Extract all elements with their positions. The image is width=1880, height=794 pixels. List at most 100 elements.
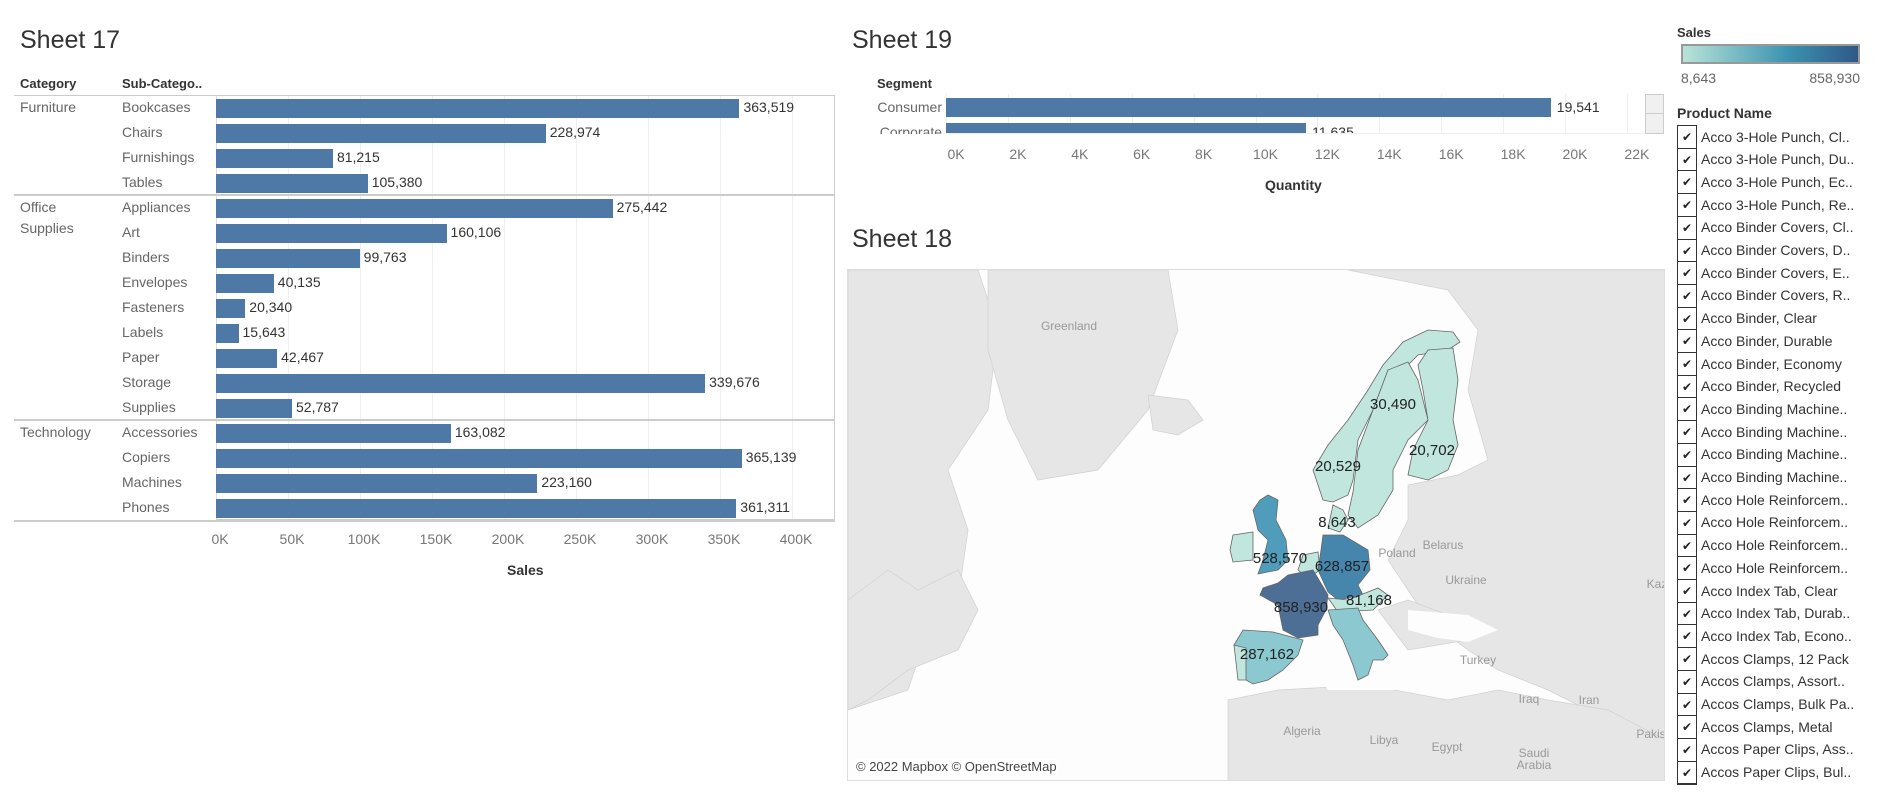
product-filter-item[interactable]: ✔ Acco Binding Machine.. bbox=[1677, 420, 1880, 444]
product-filter-item[interactable]: ✔ Acco Binder Covers, D.. bbox=[1677, 238, 1880, 262]
checkbox[interactable]: ✔ bbox=[1677, 261, 1697, 285]
checkbox[interactable]: ✔ bbox=[1677, 215, 1697, 239]
segment-label[interactable]: Corporate bbox=[880, 124, 942, 134]
bar[interactable] bbox=[946, 123, 1307, 133]
product-filter-item[interactable]: ✔ Acco Index Tab, Clear bbox=[1677, 579, 1880, 602]
product-filter-item[interactable]: ✔ Acco 3-Hole Punch, Ec.. bbox=[1677, 170, 1880, 194]
subcategory-label[interactable]: Accessories bbox=[122, 424, 197, 440]
checkbox[interactable]: ✔ bbox=[1677, 238, 1697, 262]
bar[interactable] bbox=[216, 498, 737, 518]
subcategory-label[interactable]: Envelopes bbox=[122, 274, 187, 290]
subcategory-label[interactable]: Tables bbox=[122, 174, 162, 190]
checkbox[interactable]: ✔ bbox=[1677, 624, 1697, 648]
subcategory-label[interactable]: Labels bbox=[122, 324, 163, 340]
checkbox[interactable]: ✔ bbox=[1677, 737, 1697, 761]
subcategory-label[interactable]: Art bbox=[122, 224, 140, 240]
checkbox[interactable]: ✔ bbox=[1677, 556, 1697, 580]
subcategory-label[interactable]: Supplies bbox=[122, 399, 176, 415]
checkbox[interactable]: ✔ bbox=[1677, 488, 1697, 512]
segment-header[interactable]: Segment bbox=[877, 76, 932, 91]
subcategory-label[interactable]: Machines bbox=[122, 474, 182, 490]
checkbox[interactable]: ✔ bbox=[1677, 125, 1697, 148]
bar[interactable] bbox=[216, 398, 292, 418]
map[interactable]: 30,490 20,702 20,529 8,643 528,570 628,857 81,… bbox=[847, 269, 1665, 781]
bar[interactable] bbox=[216, 348, 278, 368]
checkbox[interactable]: ✔ bbox=[1677, 760, 1697, 784]
checkbox[interactable]: ✔ bbox=[1677, 329, 1697, 353]
product-filter-item[interactable]: ✔ Acco Index Tab, Econo.. bbox=[1677, 624, 1880, 648]
bar[interactable] bbox=[216, 148, 333, 168]
checkbox[interactable]: ✔ bbox=[1677, 193, 1697, 217]
product-filter-item[interactable]: ✔ Acco Binding Machine.. bbox=[1677, 465, 1880, 489]
bar[interactable] bbox=[216, 223, 447, 243]
checkbox[interactable]: ✔ bbox=[1677, 306, 1697, 330]
subcategory-label[interactable]: Appliances bbox=[122, 199, 191, 215]
product-filter-item[interactable]: ✔ Acco Binder, Economy bbox=[1677, 352, 1880, 375]
subcategory-label[interactable]: Copiers bbox=[122, 449, 170, 465]
bar[interactable] bbox=[216, 273, 274, 293]
product-filter-item[interactable]: ✔ Acco Binder, Durable bbox=[1677, 329, 1880, 353]
subcategory-label[interactable]: Chairs bbox=[122, 124, 162, 140]
checkbox[interactable]: ✔ bbox=[1677, 579, 1697, 602]
subcategory-label[interactable]: Storage bbox=[122, 374, 171, 390]
bar[interactable] bbox=[946, 98, 1551, 117]
category-label[interactable]: Technology bbox=[20, 424, 91, 440]
checkbox[interactable]: ✔ bbox=[1677, 465, 1697, 489]
bar[interactable] bbox=[216, 298, 246, 318]
checkbox[interactable]: ✔ bbox=[1677, 283, 1697, 307]
product-filter-item[interactable]: ✔ Acco Index Tab, Durab.. bbox=[1677, 601, 1880, 625]
product-filter-item[interactable]: ✔ Acco Binder Covers, E.. bbox=[1677, 261, 1880, 285]
checkbox[interactable]: ✔ bbox=[1677, 352, 1697, 375]
product-filter-item[interactable]: ✔ Acco Binder, Recycled bbox=[1677, 374, 1880, 398]
segment-label[interactable]: Consumer bbox=[877, 99, 942, 115]
category-label[interactable]: Supplies bbox=[20, 220, 74, 236]
map-canvas[interactable]: 30,490 20,702 20,529 8,643 528,570 628,857 81,… bbox=[848, 270, 1665, 781]
subcategory-label[interactable]: Furnishings bbox=[122, 149, 194, 165]
product-filter-item[interactable]: ✔ Acco Binding Machine.. bbox=[1677, 397, 1880, 421]
product-filter-item[interactable]: ✔ Accos Clamps, Bulk Pa.. bbox=[1677, 692, 1880, 716]
bar[interactable] bbox=[216, 423, 451, 443]
product-filter-item[interactable]: ✔ Accos Paper Clips, Bul.. bbox=[1677, 760, 1880, 784]
country-ireland[interactable] bbox=[1229, 531, 1254, 563]
bar[interactable] bbox=[216, 323, 239, 343]
product-filter-item[interactable]: ✔ Accos Paper Clips, Ass.. bbox=[1677, 737, 1880, 761]
product-filter-item[interactable]: ✔ Acco 3-Hole Punch, Re.. bbox=[1677, 193, 1880, 217]
checkbox[interactable]: ✔ bbox=[1677, 374, 1697, 398]
product-filter-item[interactable]: ✔ Accos Clamps, Metal bbox=[1677, 715, 1880, 739]
product-filter-item[interactable]: ✔ Accos Clamps, Assort.. bbox=[1677, 669, 1880, 693]
product-filter-item[interactable]: ✔ Acco Binder, Clear bbox=[1677, 306, 1880, 330]
checkbox[interactable]: ✔ bbox=[1677, 715, 1697, 739]
bar[interactable] bbox=[216, 98, 740, 118]
subcategory-label[interactable]: Fasteners bbox=[122, 299, 184, 315]
subcategory-label[interactable]: Paper bbox=[122, 349, 159, 365]
bar[interactable] bbox=[216, 123, 546, 143]
checkbox[interactable]: ✔ bbox=[1677, 397, 1697, 421]
product-filter-item[interactable]: ✔ Acco Binding Machine.. bbox=[1677, 442, 1880, 466]
checkbox[interactable]: ✔ bbox=[1677, 601, 1697, 625]
bar[interactable] bbox=[216, 373, 706, 393]
checkbox[interactable]: ✔ bbox=[1677, 170, 1697, 194]
checkbox[interactable]: ✔ bbox=[1677, 420, 1697, 444]
category-label[interactable]: Office bbox=[20, 199, 56, 215]
product-filter-item[interactable]: ✔ Accos Clamps, 12 Pack bbox=[1677, 647, 1880, 671]
bar[interactable] bbox=[216, 248, 360, 268]
checkbox[interactable]: ✔ bbox=[1677, 692, 1697, 716]
category-header[interactable]: Category bbox=[20, 76, 76, 91]
bar[interactable] bbox=[216, 173, 368, 193]
subcategory-label[interactable]: Bookcases bbox=[122, 99, 190, 115]
scrollbar[interactable] bbox=[1645, 94, 1664, 134]
checkbox[interactable]: ✔ bbox=[1677, 533, 1697, 557]
bar[interactable] bbox=[216, 473, 538, 493]
subcategory-label[interactable]: Phones bbox=[122, 499, 169, 515]
category-label[interactable]: Furniture bbox=[20, 99, 76, 115]
product-filter-item[interactable]: ✔ Acco Hole Reinforcem.. bbox=[1677, 533, 1880, 557]
product-filter-item[interactable]: ✔ Acco 3-Hole Punch, Cl.. bbox=[1677, 125, 1880, 148]
checkbox[interactable]: ✔ bbox=[1677, 442, 1697, 466]
subcategory-header[interactable]: Sub-Catego.. bbox=[122, 76, 202, 91]
checkbox[interactable]: ✔ bbox=[1677, 669, 1697, 693]
product-filter-item[interactable]: ✔ Acco Hole Reinforcem.. bbox=[1677, 556, 1880, 580]
product-filter-item[interactable]: ✔ Acco 3-Hole Punch, Du.. bbox=[1677, 147, 1880, 171]
checkbox[interactable]: ✔ bbox=[1677, 647, 1697, 671]
bar[interactable] bbox=[216, 448, 742, 468]
subcategory-label[interactable]: Binders bbox=[122, 249, 169, 265]
